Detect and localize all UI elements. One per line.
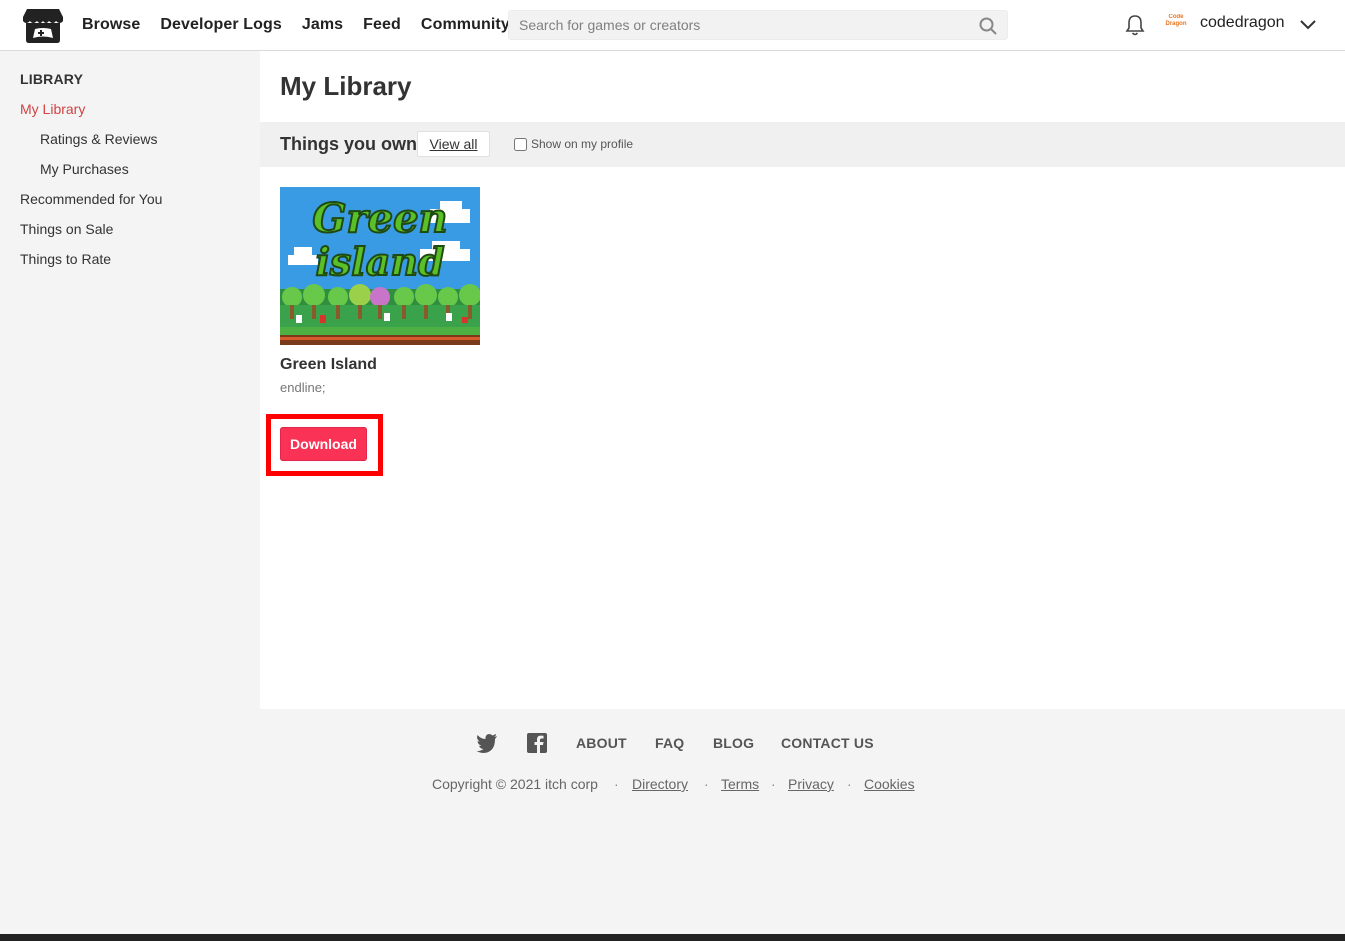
section-title: Things you own	[280, 134, 417, 154]
nav-developer-logs[interactable]: Developer Logs	[160, 16, 281, 34]
show-on-profile-label: Show on my profile	[531, 137, 634, 151]
facebook-icon[interactable]	[526, 733, 548, 753]
sidebar-item-recommended[interactable]: Recommended for You	[20, 191, 162, 207]
sidebar-heading: LIBRARY	[20, 71, 84, 87]
footer-separator: ·	[704, 776, 709, 792]
library-sidebar: LIBRARY My Library Ratings & Reviews My …	[0, 51, 260, 709]
bottom-edge-bar	[0, 934, 1345, 941]
chevron-down-icon[interactable]	[1298, 17, 1318, 33]
page-footer: ABOUT FAQ BLOG CONTACT US Copyright © 20…	[0, 709, 1345, 934]
sidebar-item-ratings-reviews[interactable]: Ratings & Reviews	[40, 131, 158, 147]
show-on-profile-toggle[interactable]: Show on my profile	[514, 137, 633, 151]
twitter-icon[interactable]	[476, 733, 498, 753]
sidebar-item-things-on-sale[interactable]: Things on Sale	[20, 221, 113, 237]
game-title[interactable]: Green Island	[280, 356, 377, 374]
top-header: Browse Developer Logs Jams Feed Communit…	[0, 0, 1345, 51]
sidebar-item-things-to-rate[interactable]: Things to Rate	[20, 251, 111, 267]
search-box	[508, 10, 1008, 40]
footer-separator: ·	[847, 776, 852, 792]
search-icon[interactable]	[979, 17, 997, 35]
game-author[interactable]: endline;	[280, 380, 326, 395]
view-all-button[interactable]: View all	[417, 131, 490, 157]
main-nav: Browse Developer Logs Jams Feed Communit…	[82, 0, 530, 50]
download-button[interactable]: Download	[280, 427, 367, 461]
footer-link-directory[interactable]: Directory	[632, 776, 688, 792]
cover-title-green: Green	[312, 195, 447, 242]
nav-browse[interactable]: Browse	[82, 16, 140, 34]
nav-community[interactable]: Community	[421, 16, 510, 34]
notification-bell-icon[interactable]	[1125, 14, 1145, 36]
footer-link-about[interactable]: ABOUT	[576, 735, 627, 751]
nav-jams[interactable]: Jams	[302, 16, 343, 34]
page-title: My Library	[280, 71, 412, 101]
itch-logo-icon[interactable]	[23, 7, 63, 44]
avatar[interactable]: Code Dragon	[1163, 14, 1189, 34]
footer-separator: ·	[614, 776, 619, 792]
sidebar-item-my-purchases[interactable]: My Purchases	[40, 161, 129, 177]
footer-link-blog[interactable]: BLOG	[713, 735, 754, 751]
nav-feed[interactable]: Feed	[363, 16, 401, 34]
footer-separator: ·	[771, 776, 776, 792]
footer-link-faq[interactable]: FAQ	[655, 735, 684, 751]
footer-link-contact[interactable]: CONTACT US	[781, 735, 874, 751]
sidebar-item-my-library[interactable]: My Library	[20, 101, 85, 117]
username[interactable]: codedragon	[1200, 14, 1285, 32]
footer-link-terms[interactable]: Terms	[721, 776, 759, 792]
game-cover-image[interactable]: Green island	[280, 187, 480, 345]
show-on-profile-checkbox[interactable]	[514, 137, 527, 151]
footer-links: ABOUT FAQ BLOG CONTACT US	[0, 733, 1345, 755]
footer-link-privacy[interactable]: Privacy	[788, 776, 834, 792]
section-bar: Things you own View all Show on my profi…	[260, 122, 1345, 167]
footer-copyright: Copyright © 2021 itch corp	[432, 776, 598, 792]
footer-link-cookies[interactable]: Cookies	[864, 776, 915, 792]
cover-title-island: island	[315, 239, 444, 284]
search-input[interactable]	[509, 11, 969, 39]
main-content: My Library Things you own View all Show …	[260, 51, 1345, 709]
